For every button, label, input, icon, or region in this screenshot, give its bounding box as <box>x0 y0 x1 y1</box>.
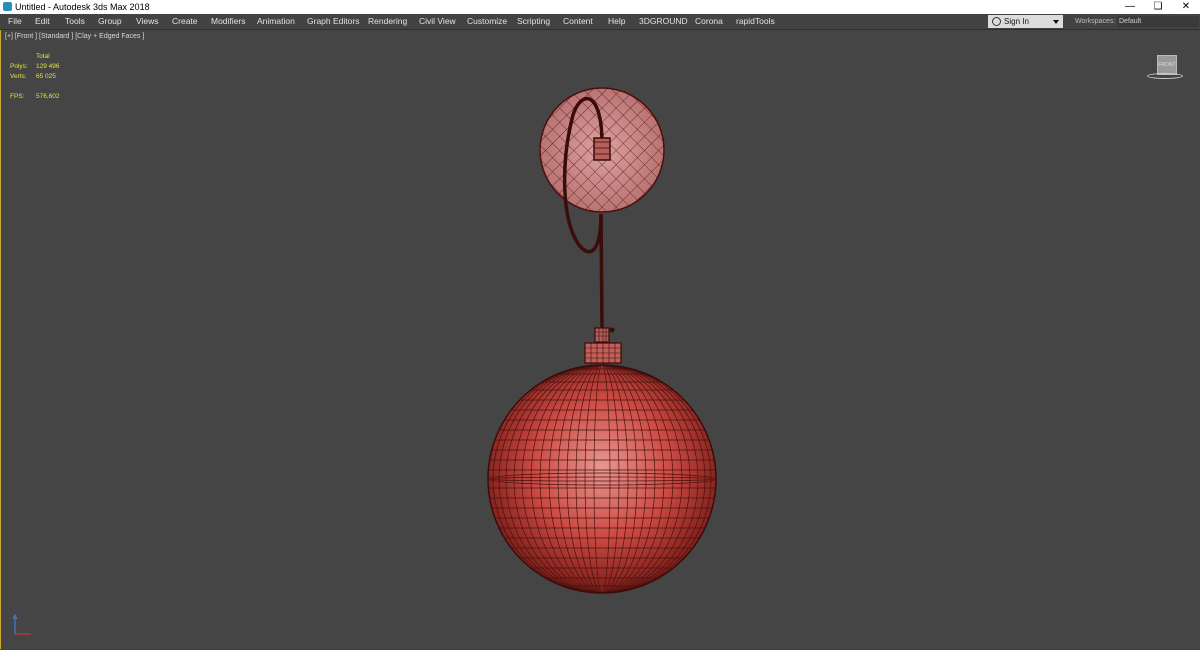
menu-civil-view[interactable]: Civil View <box>419 14 456 29</box>
front-viewport[interactable]: [+] [Front ] [Standard ] [Clay + Edged F… <box>0 30 1200 649</box>
menu-scripting[interactable]: Scripting <box>517 14 550 29</box>
menu-3dground[interactable]: 3DGROUND <box>639 14 688 29</box>
close-button[interactable]: ✕ <box>1172 0 1200 14</box>
axis-tripod-icon <box>12 614 31 635</box>
window-title: Untitled - Autodesk 3ds Max 2018 <box>15 2 150 12</box>
minimize-button[interactable]: — <box>1116 0 1144 14</box>
menu-rapidtools[interactable]: rapidTools <box>736 14 775 29</box>
menu-bar: File Edit Tools Group Views Create Modif… <box>0 14 1200 30</box>
menu-group[interactable]: Group <box>98 14 122 29</box>
menu-tools[interactable]: Tools <box>65 14 85 29</box>
bulb-sphere[interactable] <box>487 364 717 594</box>
menu-animation[interactable]: Animation <box>257 14 295 29</box>
menu-corona[interactable]: Corona <box>695 14 723 29</box>
workspaces-label: Workspaces: <box>1075 18 1116 25</box>
sign-in-label: Sign In <box>1004 17 1029 26</box>
menu-edit[interactable]: Edit <box>35 14 50 29</box>
sign-in-dropdown[interactable]: Sign In <box>988 15 1063 28</box>
menu-views[interactable]: Views <box>136 14 159 29</box>
lamp-socket[interactable] <box>584 327 622 364</box>
chevron-down-icon <box>1053 20 1059 24</box>
restore-button[interactable]: ❏ <box>1144 0 1172 14</box>
menu-content[interactable]: Content <box>563 14 593 29</box>
menu-create[interactable]: Create <box>172 14 198 29</box>
title-bar: Untitled - Autodesk 3ds Max 2018 — ❏ ✕ <box>0 0 1200 14</box>
scene-render[interactable] <box>1 30 1200 649</box>
menu-graph-editors[interactable]: Graph Editors <box>307 14 359 29</box>
workspace-select[interactable]: Default <box>1117 16 1199 27</box>
user-icon <box>992 17 1001 26</box>
menu-file[interactable]: File <box>8 14 22 29</box>
menu-customize[interactable]: Customize <box>467 14 507 29</box>
app-icon[interactable] <box>3 2 12 11</box>
menu-help[interactable]: Help <box>608 14 625 29</box>
menu-modifiers[interactable]: Modifiers <box>211 14 245 29</box>
menu-rendering[interactable]: Rendering <box>368 14 407 29</box>
